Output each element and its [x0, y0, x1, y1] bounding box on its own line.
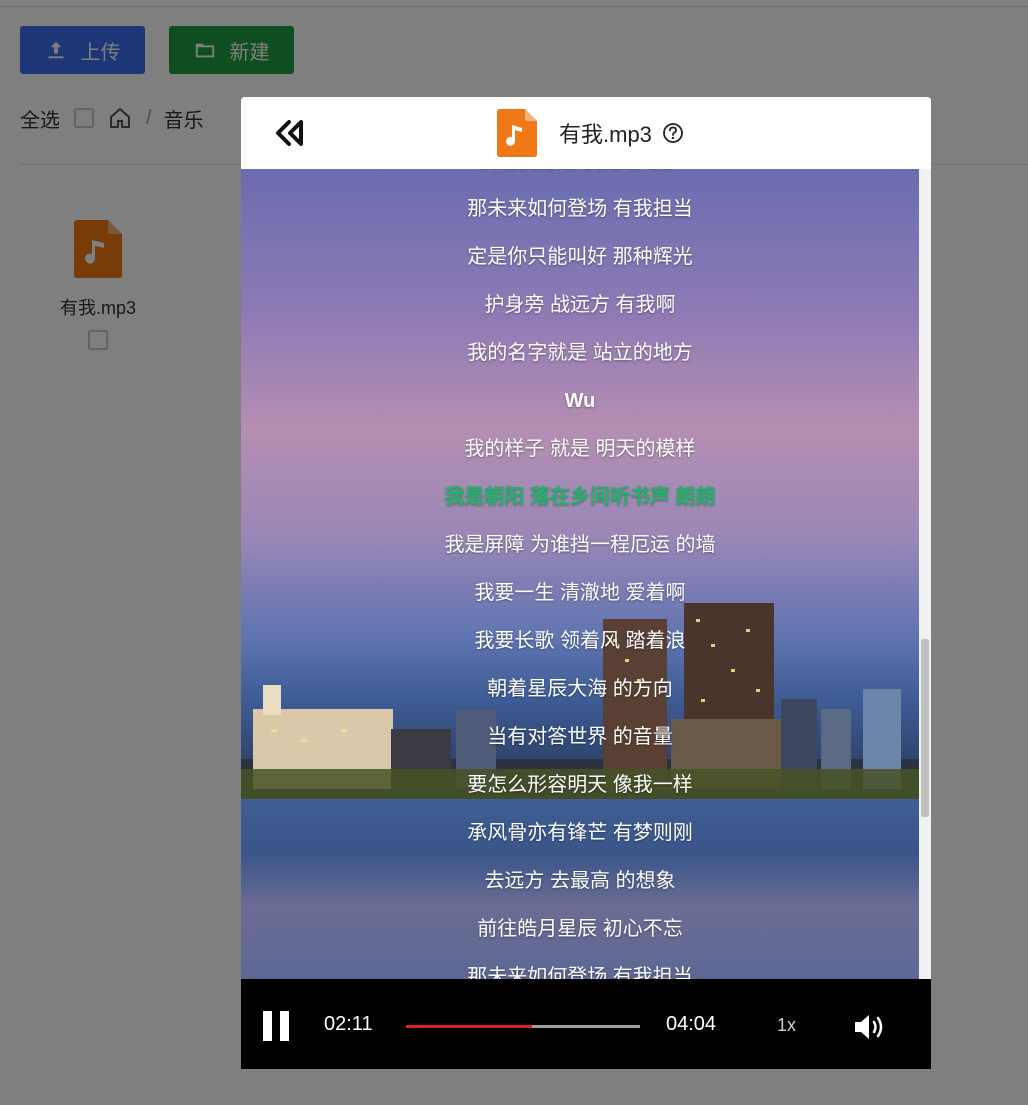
lyrics-scrollbar[interactable]: [919, 169, 931, 979]
lyric-line: 前往皓月星辰 初心不忘: [477, 918, 683, 940]
scrollbar-thumb[interactable]: [921, 639, 929, 817]
player-title: 有我.mp3: [559, 122, 652, 147]
lyric-line: Wu: [564, 390, 596, 412]
lyric-line: 要怎么形容明天 像我一样: [467, 774, 693, 796]
lyric-line: 就在我身边 我把它守护: [241, 169, 919, 185]
lyric-line: 去远方 去最高 的想象: [484, 870, 676, 892]
player-controls: 02:11 04:04 1x: [241, 979, 931, 1069]
lyric-line: 护身旁 战远方 有我啊: [484, 294, 676, 316]
lyric-line: 我的名字就是 站立的地方: [467, 342, 693, 364]
lyric-line: 我的样子 就是 明天的模样: [464, 438, 696, 460]
lyric-line: 那未来如何登场 有我担当: [467, 198, 693, 220]
lyric-line: 朝着星辰大海 的方向: [487, 678, 673, 700]
lyrics-list: 就在我身边 我把它守护那未来如何登场 有我担当定是你只能叫好 那种辉光护身旁 战…: [241, 169, 919, 979]
lyric-line: 承风骨亦有锋芒 有梦则刚: [467, 822, 693, 844]
lyric-line: 我要长歌 领着风 踏着浪: [474, 630, 686, 652]
music-file-icon: [497, 109, 537, 157]
help-icon[interactable]: [662, 122, 684, 144]
lyric-line: 我要一生 清澈地 爱着啊: [474, 582, 686, 604]
dialog-header: 有我.mp3: [241, 97, 931, 169]
pause-icon[interactable]: [263, 1011, 291, 1041]
lyrics-panel[interactable]: 就在我身边 我把它守护那未来如何登场 有我担当定是你只能叫好 那种辉光护身旁 战…: [241, 169, 931, 979]
rewind-icon[interactable]: [273, 119, 307, 147]
lyric-line: 那未来如何登场 有我担当: [467, 966, 693, 979]
lyric-line: 定是你只能叫好 那种辉光: [467, 246, 693, 268]
dialog-title: 有我.mp3: [497, 109, 684, 157]
lyric-line: 我是屏障 为谁挡一程厄运 的墙: [444, 534, 716, 556]
volume-icon[interactable]: [853, 1013, 887, 1041]
lyric-line-active: 我是朝阳 落在乡间听书声 朗朗: [444, 486, 716, 508]
current-time: 02:11: [324, 1013, 373, 1035]
total-time: 04:04: [666, 1013, 717, 1035]
progress-bar[interactable]: [406, 1025, 640, 1028]
playback-speed[interactable]: 1x: [777, 1015, 796, 1036]
lyric-line: 当有对答世界 的音量: [487, 726, 673, 748]
progress-fill: [406, 1025, 532, 1028]
player-dialog: 有我.mp3 那未来如何登场 有我担当 定是你只能叫好 那种辉光 护身旁 战远方…: [241, 97, 931, 1069]
